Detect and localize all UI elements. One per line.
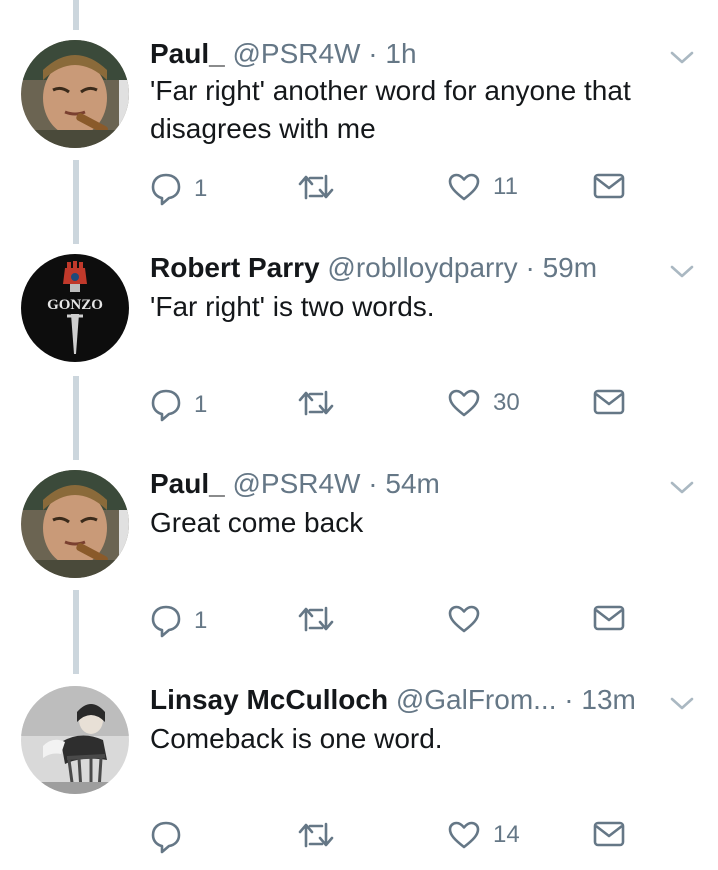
reply-icon <box>151 821 181 854</box>
thread-line <box>73 160 79 244</box>
like-count: 11 <box>493 173 518 200</box>
tweet-text-line: 'Far right' another word for anyone that <box>150 75 631 106</box>
direct-message-button[interactable] <box>592 820 626 848</box>
avatar[interactable] <box>21 470 129 578</box>
direct-message-button[interactable] <box>592 388 626 416</box>
avatar[interactable] <box>21 40 129 148</box>
heart-icon <box>448 173 480 201</box>
reply-icon <box>151 389 181 422</box>
reply-button[interactable] <box>150 820 194 854</box>
direct-message-button[interactable] <box>592 604 626 632</box>
timestamp[interactable]: 1h <box>385 38 416 69</box>
chevron-down-icon[interactable] <box>669 480 695 496</box>
tweet-text-line: 'Far right' is two words. <box>150 291 435 322</box>
tweet-text-line: Comeback is one word. <box>150 723 443 754</box>
reply-count: 1 <box>194 391 208 418</box>
chevron-down-icon[interactable] <box>669 696 695 712</box>
tweet-text: 'Far right' is two words. <box>150 288 690 326</box>
chevron-down-icon[interactable] <box>669 264 695 280</box>
like-count: 14 <box>493 821 520 848</box>
retweet-button[interactable] <box>297 604 347 634</box>
tweet-text-line: Great come back <box>150 507 364 538</box>
tweet-actions: 1 30 <box>150 388 640 424</box>
timestamp[interactable]: 54m <box>385 468 439 499</box>
like-button[interactable] <box>447 604 493 634</box>
reply-button[interactable]: 1 <box>150 172 207 206</box>
reply-count: 1 <box>194 607 208 634</box>
display-name[interactable]: Paul_ <box>150 38 225 69</box>
retweet-icon <box>298 606 334 632</box>
user-handle[interactable]: @roblloydparry <box>327 252 517 283</box>
reply-icon <box>151 173 181 206</box>
man-with-cigar-avatar <box>21 40 129 148</box>
tweet-text-line: disagrees with me <box>150 113 376 144</box>
separator-dot: · <box>564 684 574 715</box>
reply-button[interactable]: 1 <box>150 388 207 422</box>
gonzo-fist-logo-avatar: GONZO <box>21 254 129 362</box>
heart-icon <box>448 389 480 417</box>
user-handle[interactable]: @PSR4W <box>232 38 360 69</box>
envelope-icon <box>593 173 625 199</box>
envelope-icon <box>593 605 625 631</box>
retweet-icon <box>298 390 334 416</box>
tweet-header: Linsay McCulloch @GalFrom... · 13m <box>150 684 636 716</box>
man-with-cigar-avatar <box>21 470 129 578</box>
retweet-button[interactable] <box>297 172 347 202</box>
thread-line <box>73 0 79 30</box>
retweet-button[interactable] <box>297 820 347 850</box>
retweet-icon <box>298 822 334 848</box>
reply-count: 1 <box>194 175 208 202</box>
envelope-icon <box>593 389 625 415</box>
thread-line <box>73 376 79 460</box>
like-button[interactable]: 30 <box>447 388 520 418</box>
display-name[interactable]: Robert Parry <box>150 252 320 283</box>
retweet-icon <box>298 174 334 200</box>
like-count: 30 <box>493 389 520 416</box>
separator-dot: · <box>368 468 378 499</box>
tweet-actions: 1 11 <box>150 172 640 208</box>
avatar[interactable]: GONZO <box>21 254 129 362</box>
logo-text: GONZO <box>47 297 103 313</box>
reply-icon <box>151 605 181 638</box>
tweet-text: Great come back <box>150 504 690 542</box>
timestamp[interactable]: 13m <box>581 684 635 715</box>
tweet-actions: 14 <box>150 820 640 856</box>
thread-line <box>73 590 79 674</box>
envelope-icon <box>593 821 625 847</box>
timestamp[interactable]: 59m <box>543 252 597 283</box>
tweet-text: Comeback is one word. <box>150 720 690 758</box>
reply-button[interactable]: 1 <box>150 604 207 638</box>
vintage-photo-woman-avatar <box>21 686 129 794</box>
tweet-text: 'Far right' another word for anyone that… <box>150 72 690 148</box>
tweet-header: Paul_ @PSR4W · 54m <box>150 468 440 500</box>
avatar[interactable] <box>21 686 129 794</box>
heart-icon <box>448 821 480 849</box>
display-name[interactable]: Linsay McCulloch <box>150 684 388 715</box>
direct-message-button[interactable] <box>592 172 626 200</box>
like-button[interactable]: 14 <box>447 820 520 850</box>
display-name[interactable]: Paul_ <box>150 468 225 499</box>
tweet-actions: 1 <box>150 604 640 640</box>
retweet-button[interactable] <box>297 388 347 418</box>
tweet-header: Paul_ @PSR4W · 1h <box>150 38 417 70</box>
separator-dot: · <box>525 252 535 283</box>
heart-icon <box>448 605 480 633</box>
chevron-down-icon[interactable] <box>669 50 695 66</box>
user-handle[interactable]: @GalFrom... <box>396 684 557 715</box>
separator-dot: · <box>368 38 378 69</box>
user-handle[interactable]: @PSR4W <box>232 468 360 499</box>
tweet-header: Robert Parry @roblloydparry · 59m <box>150 252 597 284</box>
like-button[interactable]: 11 <box>447 172 518 202</box>
